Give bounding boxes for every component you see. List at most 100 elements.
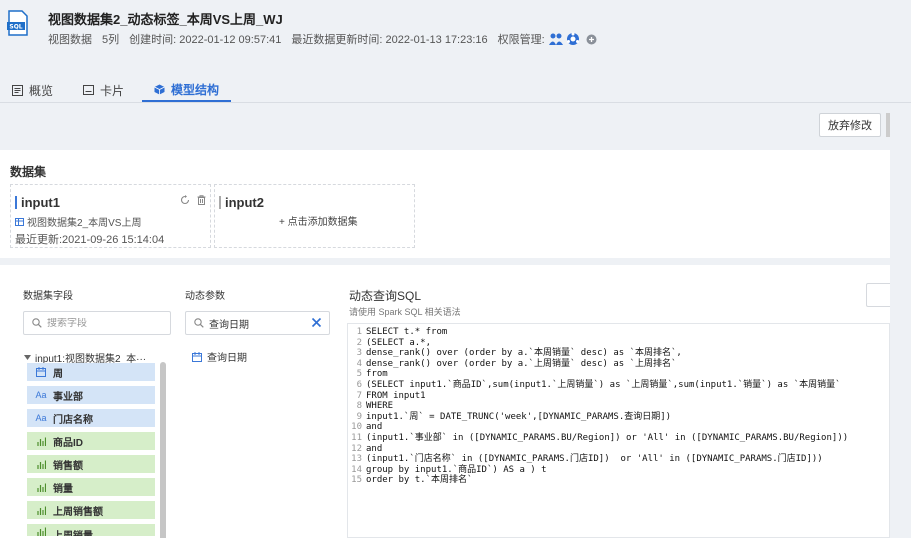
code-line: 7 FROM input1 (348, 391, 889, 402)
code-line: 11 (input1.`事业部` in ([DYNAMIC_PARAMS.BU/R… (348, 433, 889, 444)
date-type-icon (34, 367, 48, 377)
line-number: 14 (351, 464, 362, 475)
line-number: 1 (356, 327, 362, 337)
line-number: 2 (356, 337, 362, 348)
permission-icons[interactable] (548, 32, 597, 46)
field-item-last-week-sales-amount[interactable]: 上周销售额 (27, 501, 155, 521)
measure-type-icon (34, 483, 48, 492)
delete-icon[interactable] (197, 195, 206, 205)
code-line: 2 (SELECT a.*, (348, 338, 889, 349)
add-permission-icon[interactable] (586, 34, 597, 45)
dataset-card-input2[interactable]: input2 + 点击添加数据集 (214, 184, 415, 248)
code-line: 9 input1.`周` = DATE_TRUNC('week',[DYNAMIC… (348, 412, 889, 423)
meta-columns: 5列 (102, 34, 120, 46)
text-type-icon: Aa (35, 390, 47, 400)
code-line: 4 dense_rank() over (order by a.`上周销量` de… (348, 359, 889, 370)
line-number: 8 (356, 401, 362, 412)
field-item-week[interactable]: 周 (27, 363, 155, 383)
meta-created: 创建时间: 2022-01-12 09:57:41 (129, 34, 282, 46)
save-button-edge[interactable] (886, 113, 890, 137)
measure-type-icon (34, 437, 48, 446)
params-title: 动态参数 (185, 291, 225, 302)
field-item-sales-volume[interactable]: 销量 (27, 478, 155, 498)
code-line: 6 (SELECT input1.`商品ID`,sum(input1.`上周销量`… (348, 380, 889, 391)
share-group-icon[interactable] (566, 32, 580, 46)
line-number: 4 (356, 358, 362, 369)
code-text: (input1.`事业部` in ([DYNAMIC_PARAMS.BU/Reg… (366, 432, 849, 443)
line-number: 11 (351, 432, 362, 443)
card-source: 视图数据集2_本周VS上周 (15, 214, 141, 229)
param-search-box[interactable] (185, 311, 330, 335)
line-number: 15 (351, 475, 362, 486)
field-item-sales-amount[interactable]: 销售额 (27, 455, 155, 475)
tab-label: 卡片 (100, 83, 125, 98)
code-text: (SELECT input1.`商品ID`,sum(input1.`上周销量`)… (366, 379, 841, 390)
card-actions (180, 195, 206, 205)
code-text: (input1.`门店名称` in ([DYNAMIC_PARAMS.门店ID]… (366, 454, 823, 465)
search-icon (194, 318, 204, 328)
measure-type-icon (34, 460, 48, 469)
tab-overview[interactable]: 概览 (0, 78, 65, 102)
field-item-store-name[interactable]: Aa 门店名称 (27, 409, 155, 429)
field-item-product-id[interactable]: 商品ID (27, 432, 155, 452)
param-search-input[interactable] (209, 317, 299, 329)
refresh-icon[interactable] (180, 195, 190, 205)
card-title: input1 (15, 195, 60, 210)
measure-type-icon (34, 527, 48, 536)
sql-subtitle: 请使用 Spark SQL 相关语法 (349, 307, 461, 317)
fields-scrollbar[interactable] (160, 362, 166, 538)
header: SQL 视图数据集2_动态标签_本周VS上周_WJ 视图数据 5列 创建时间: … (0, 0, 911, 124)
code-line: 8 WHERE (348, 401, 889, 412)
code-text: and (366, 422, 383, 433)
discard-changes-button[interactable]: 放弃修改 (819, 113, 881, 137)
code-line: 15 order by t.`本周排名` (348, 475, 889, 486)
line-number: 7 (356, 390, 362, 401)
overview-icon (12, 84, 23, 96)
add-dataset-link[interactable]: + 点击添加数据集 (279, 213, 358, 228)
tab-label: 概览 (29, 83, 54, 98)
tab-model-structure[interactable]: 模型结构 (142, 78, 232, 102)
sql-action-button[interactable] (866, 283, 890, 307)
tab-card[interactable]: 卡片 (71, 78, 136, 102)
field-item-last-week-sales-volume[interactable]: 上周销量 (27, 524, 155, 538)
model-icon (154, 84, 165, 95)
meta-type: 视图数据 (48, 34, 92, 46)
tab-bar: 概览 卡片 模型结构 (0, 78, 232, 102)
sql-editor[interactable]: 1 SELECT t.* from 2 (SELECT a.*, 3 dense_rank… (347, 323, 890, 538)
users-icon[interactable] (548, 32, 563, 46)
dataset-icon (15, 217, 24, 226)
meta-updated: 最近数据更新时间: 2022-01-13 17:23:16 (291, 34, 488, 46)
code-text: input1.`周` = DATE_TRUNC('week',[DYNAMIC_… (366, 411, 672, 422)
code-text: order by t.`本周排名` (366, 475, 473, 486)
code-line: 3 dense_rank() over (order by a.`本周销量` de… (348, 348, 889, 359)
dataset-card-input1[interactable]: input1 视图数据集2_本周VS上周 最近更新:2021-09-26 15:… (10, 184, 211, 248)
measure-type-icon (34, 506, 48, 515)
code-text: WHERE (366, 401, 394, 412)
text-type-icon: Aa (35, 413, 47, 423)
code-text: (SELECT a.*, (366, 337, 432, 348)
dataset-title: 数据集 (10, 165, 47, 179)
code-text: group by input1.`商品ID`) AS a ) t (366, 464, 547, 475)
code-line: 1 SELECT t.* from (348, 327, 889, 338)
svg-text:SQL: SQL (9, 24, 22, 31)
code-text: dense_rank() over (order by a.`本周销量` des… (366, 348, 682, 359)
code-text: dense_rank() over (order by a.`上周销量` des… (366, 358, 677, 369)
param-item-query-date[interactable]: 查询日期 (192, 349, 247, 364)
meta-permission: 权限管理: (497, 34, 545, 46)
card-title: input2 (219, 195, 264, 210)
clear-icon[interactable] (311, 317, 322, 328)
code-line: 5 from (348, 369, 889, 380)
caret-down-icon (24, 355, 31, 360)
editor-panel: 数据集字段 input1:视图数据集2_本··· 周 Aa 事业部 Aa 门店名… (0, 265, 890, 538)
line-number: 3 (356, 348, 362, 359)
line-number: 10 (351, 422, 362, 433)
date-param-icon (192, 351, 202, 362)
line-number: 5 (356, 369, 362, 380)
code-text: SELECT t.* from (366, 327, 448, 337)
code-text: and (366, 443, 383, 454)
line-number: 12 (351, 443, 362, 454)
field-search-input[interactable] (47, 317, 157, 329)
field-item-bu[interactable]: Aa 事业部 (27, 386, 155, 406)
meta-info: 视图数据 5列 创建时间: 2022-01-12 09:57:41 最近数据更新… (48, 31, 607, 47)
field-search-box[interactable] (23, 311, 171, 335)
